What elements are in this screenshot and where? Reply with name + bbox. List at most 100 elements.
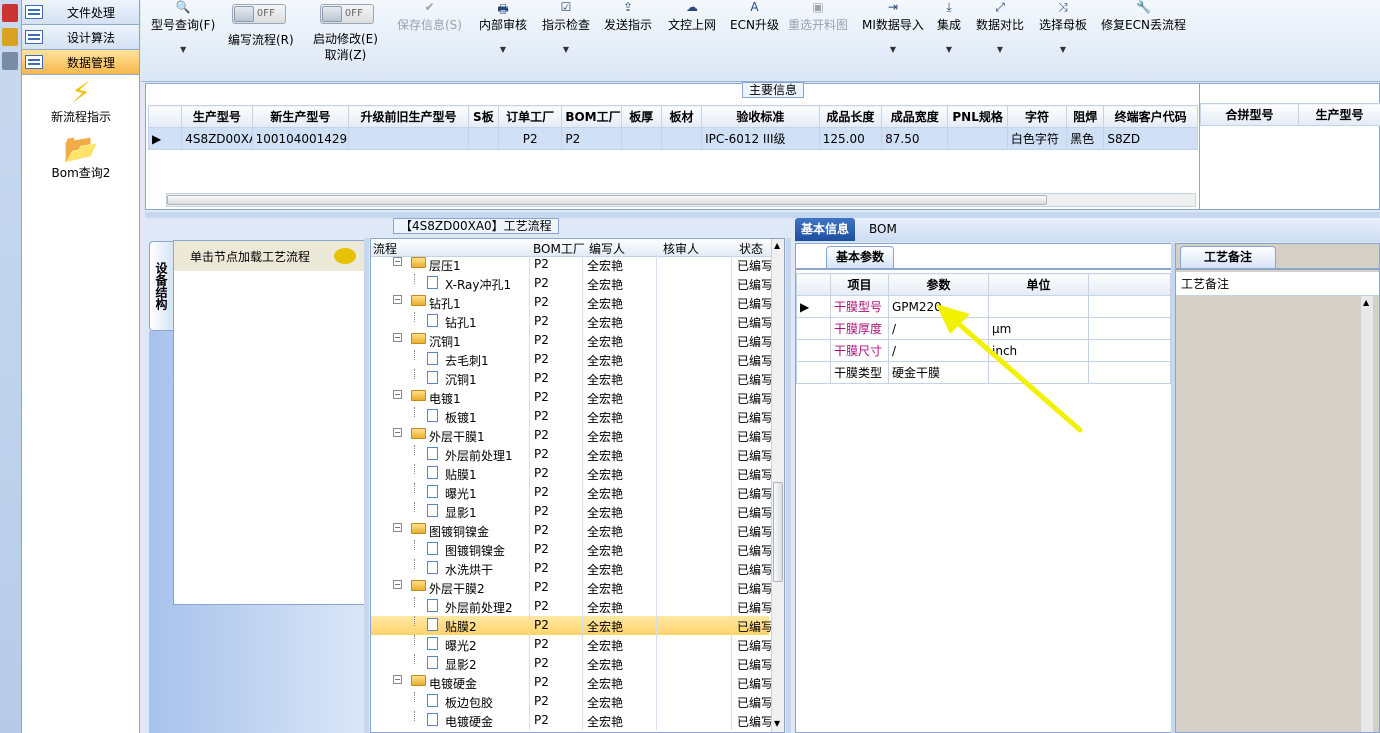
collapse-icon[interactable]: − <box>393 580 402 589</box>
load-flow-header[interactable]: 单击节点加载工艺流程 <box>174 241 365 271</box>
collapse-icon[interactable]: − <box>393 295 402 304</box>
fix-ecn-button[interactable]: 🔧 修复ECN丢流程 <box>1101 0 1186 33</box>
instruction-check-button[interactable]: ☑ 指示检查 ▼ <box>542 0 590 54</box>
select-master-button[interactable]: ⤨ 选择母板 ▼ <box>1039 0 1087 54</box>
chevron-down-icon[interactable]: ▼ <box>542 45 590 54</box>
table-cell[interactable] <box>348 127 469 150</box>
table-cell[interactable]: 87.50 <box>881 127 949 150</box>
table-cell[interactable]: 干膜型号 <box>830 295 889 318</box>
tree-row[interactable]: − 外层干膜1 P2 全宏艳 已编写 <box>371 426 773 445</box>
doc-upload-button[interactable]: ☁ 文控上网 <box>668 0 716 33</box>
tree-row[interactable]: 显影2 P2 全宏艳 已编写 <box>371 654 773 673</box>
save-info-button[interactable]: ✔ 保存信息(S) <box>397 0 462 33</box>
column-header[interactable]: 板材 <box>660 105 703 128</box>
table-cell[interactable]: 干膜尺寸 <box>830 339 889 362</box>
table-cell[interactable]: 4S8ZD00XA0 <box>181 127 253 150</box>
chevron-down-icon[interactable]: ▼ <box>1039 45 1087 54</box>
scroll-up-icon[interactable]: ▲ <box>774 241 780 250</box>
tree-row[interactable]: − 外层干膜2 P2 全宏艳 已编写 <box>371 578 773 597</box>
integrate-button[interactable]: ⤓ 集成 ▼ <box>937 0 961 54</box>
tree-row[interactable]: 水洗烘干 P2 全宏艳 已编写 <box>371 559 773 578</box>
column-header[interactable]: 验收标准 <box>701 105 820 128</box>
tree-row[interactable]: 曝光2 P2 全宏艳 已编写 <box>371 635 773 654</box>
column-header[interactable]: 订单工厂 <box>497 105 563 128</box>
tree-row[interactable]: 板镀1 P2 全宏艳 已编写 <box>371 407 773 426</box>
table-cell[interactable]: S8ZD <box>1103 127 1198 150</box>
column-header[interactable]: 项目 <box>830 273 889 296</box>
data-compare-button[interactable]: ⤢ 数据对比 ▼ <box>976 0 1024 54</box>
table-cell[interactable] <box>467 127 499 150</box>
table-cell[interactable]: 10010400142902 <box>251 127 350 150</box>
collapse-icon[interactable]: − <box>393 390 402 399</box>
tree-row[interactable]: 钻孔1 P2 全宏艳 已编写 <box>371 312 773 331</box>
chevron-down-icon[interactable]: ▼ <box>937 45 961 54</box>
tree-row[interactable]: 曝光1 P2 全宏艳 已编写 <box>371 483 773 502</box>
tree-row[interactable]: X-Ray冲孔1 P2 全宏艳 已编写 <box>371 274 773 293</box>
chevron-down-icon[interactable]: ▼ <box>862 45 924 54</box>
tab-basic-info[interactable]: 基本信息 <box>795 218 856 241</box>
tree-row[interactable]: − 沉铜1 P2 全宏艳 已编写 <box>371 331 773 350</box>
column-header[interactable]: 升级前旧生产型号 <box>348 105 469 128</box>
tab-bom[interactable]: BOM <box>863 218 903 241</box>
table-cell[interactable]: IPC-6012 III级 <box>701 127 820 150</box>
chevron-down-icon[interactable]: ▼ <box>479 45 527 54</box>
model-query-button[interactable]: 🔍 型号查询(F) ▼ <box>151 0 215 54</box>
collapse-icon[interactable]: − <box>393 675 402 684</box>
scroll-thumb[interactable] <box>773 482 783 582</box>
collapse-icon[interactable]: − <box>393 523 402 532</box>
table-cell[interactable] <box>620 127 662 150</box>
column-header[interactable]: 生产型号 <box>181 105 253 128</box>
tree-row[interactable]: 板边包胶 P2 全宏艳 已编写 <box>371 692 773 711</box>
column-header[interactable]: 成品长度 <box>818 105 883 128</box>
collapse-icon[interactable]: − <box>393 333 402 342</box>
table-cell[interactable]: P2 <box>561 127 622 150</box>
tab-basic-params[interactable]: 基本参数 <box>826 246 894 268</box>
app-icon[interactable] <box>2 4 18 22</box>
column-header[interactable]: 板厚 <box>620 105 662 128</box>
vertical-scrollbar[interactable]: ▲ ▼ <box>771 239 784 732</box>
tree-row[interactable]: 电镀硬金 P2 全宏艳 已编写 <box>371 711 773 730</box>
column-header[interactable]: BOM工厂 <box>561 105 622 128</box>
column-header[interactable]: 新生产型号 <box>251 105 350 128</box>
column-header[interactable]: 成品宽度 <box>881 105 949 128</box>
table-cell[interactable] <box>1088 361 1171 384</box>
mi-import-button[interactable]: ⇥ MI数据导入 ▼ <box>862 0 924 54</box>
table-cell[interactable]: 干膜厚度 <box>830 317 889 340</box>
column-header[interactable]: PNL规格 <box>947 105 1008 128</box>
ecn-upgrade-button[interactable]: A ECN升级 <box>730 0 779 33</box>
column-header[interactable]: S板 <box>467 105 499 128</box>
nav-item-file[interactable]: 文件处理 <box>22 0 139 25</box>
table-cell[interactable]: P2 <box>497 127 563 150</box>
settings-icon[interactable] <box>2 52 18 70</box>
tree-row[interactable]: 显影1 P2 全宏艳 已编写 <box>371 502 773 521</box>
equipment-structure-tab[interactable]: 设备结构 <box>149 241 173 331</box>
scroll-thumb[interactable] <box>167 195 1047 205</box>
tree-row[interactable]: − 层压1 P2 全宏艳 已编写 <box>371 255 773 274</box>
reselect-chart-button[interactable]: ▣ 重选开料图 <box>788 0 848 33</box>
tree-row[interactable]: − 电镀1 P2 全宏艳 已编写 <box>371 388 773 407</box>
table-cell[interactable] <box>947 127 1008 150</box>
tree-row[interactable]: 外层前处理2 P2 全宏艳 已编写 <box>371 597 773 616</box>
chevron-down-icon[interactable]: ▼ <box>976 45 1024 54</box>
start-modify-toggle[interactable]: OFF <box>320 4 374 24</box>
table-cell[interactable]: 黑色 <box>1066 127 1105 150</box>
internal-review-button[interactable]: 🖶 内部审核 ▼ <box>479 0 527 54</box>
tree-row[interactable]: 沉铜1 P2 全宏艳 已编写 <box>371 369 773 388</box>
table-cell[interactable] <box>1088 339 1171 362</box>
table-cell[interactable] <box>660 127 703 150</box>
column-header[interactable]: 合拼型号 <box>1200 103 1299 126</box>
horizontal-scrollbar[interactable] <box>166 193 1196 207</box>
scroll-up-icon[interactable]: ▲ <box>1363 298 1369 307</box>
tool-icon[interactable] <box>2 28 18 46</box>
tree-row[interactable]: − 图镀铜镍金 P2 全宏艳 已编写 <box>371 521 773 540</box>
column-header[interactable]: 参数 <box>888 273 989 296</box>
tab-remarks[interactable]: 工艺备注 <box>1180 246 1276 268</box>
tree-row[interactable]: 去毛刺1 P2 全宏艳 已编写 <box>371 350 773 369</box>
new-flow-button[interactable]: ⚡ 新流程指示 <box>22 78 140 125</box>
write-flow-toggle[interactable]: OFF <box>232 4 286 24</box>
tree-row[interactable]: − 电镀硬金 P2 全宏艳 已编写 <box>371 673 773 692</box>
table-cell[interactable] <box>1088 295 1171 318</box>
tree-row[interactable]: 外层前处理1 P2 全宏艳 已编写 <box>371 445 773 464</box>
nav-item-design[interactable]: 设计算法 <box>22 25 139 50</box>
bom-query-button[interactable]: 📂 Bom查询2 <box>22 134 140 181</box>
